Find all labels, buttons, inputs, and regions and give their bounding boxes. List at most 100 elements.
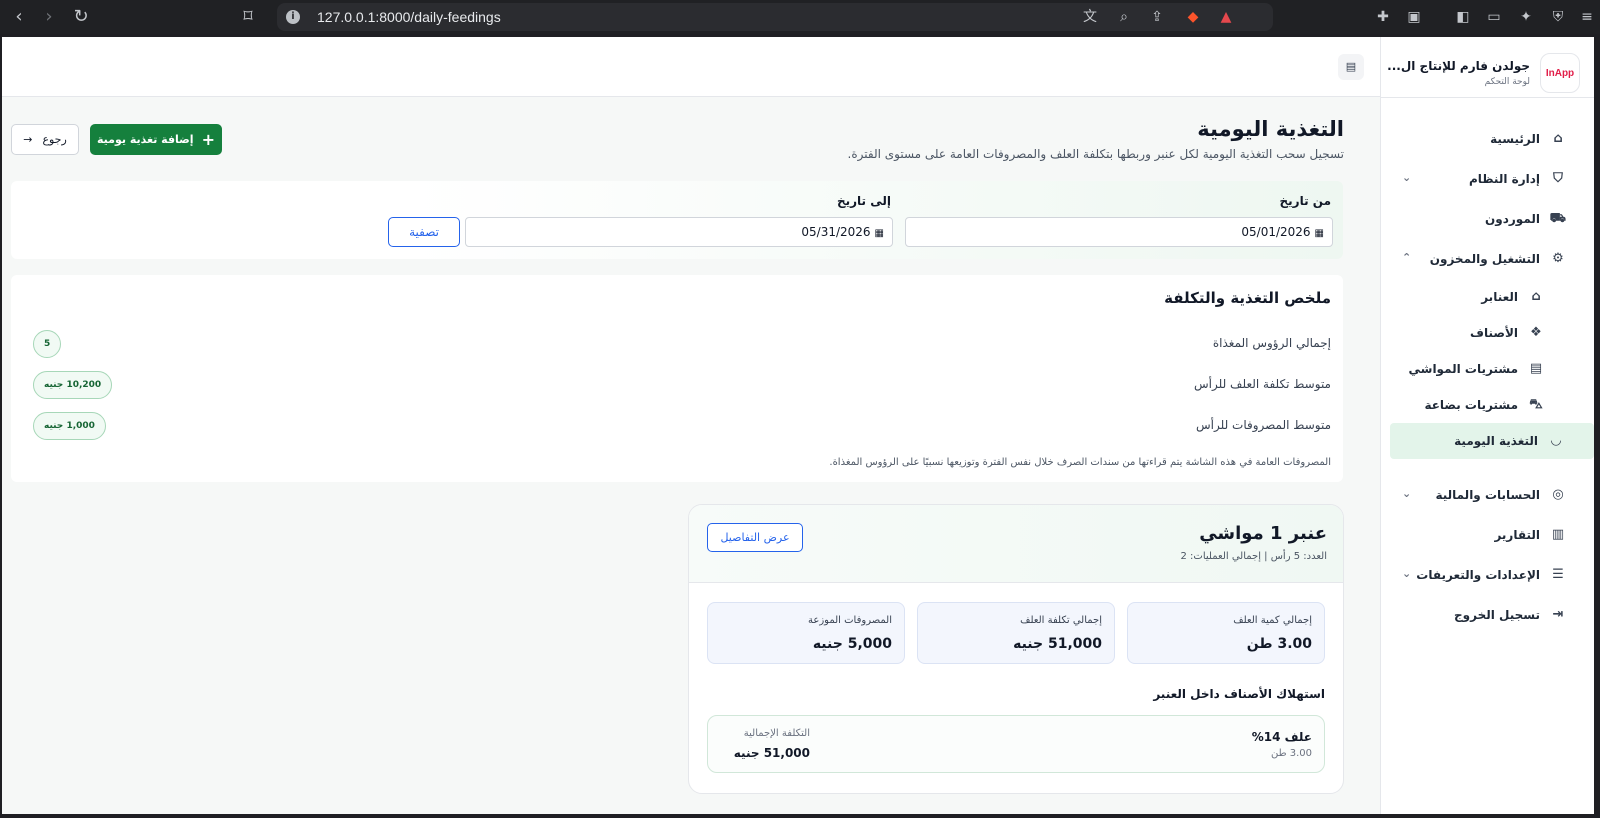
back-icon[interactable]: ‹ — [8, 6, 30, 28]
reader-icon[interactable]: ▣ — [1405, 8, 1423, 26]
brand-name: جولدن فارم للإنتاج ال... — [1387, 59, 1530, 73]
zoom-icon[interactable]: ⌕ — [1115, 8, 1133, 26]
summary-note: المصروفات العامة في هذه الشاشة يتم قراءت… — [829, 457, 1331, 468]
coins-icon: ◎ — [1552, 487, 1564, 502]
plus-icon: + — [201, 130, 215, 149]
sidebar-item-settings[interactable]: ☰ الإعدادات والتعريفات ⌄ — [1380, 555, 1594, 595]
calendar-icon[interactable]: ▦ — [1315, 228, 1324, 239]
sidebar-toggle-icon[interactable]: ▤ — [1338, 54, 1364, 80]
warehouse-icon: ⌂ — [1531, 289, 1541, 304]
from-date-input[interactable]: 05/01/2026 ▦ — [905, 217, 1333, 247]
calendar-icon[interactable]: ▦ — [875, 228, 884, 239]
sidebar-item-label: الحسابات والمالية — [1435, 488, 1540, 502]
boxes-icon: ❖ — [1530, 325, 1542, 340]
sidebar-item-label: الأصناف — [1470, 326, 1518, 340]
to-date-input[interactable]: 05/31/2026 ▦ — [465, 217, 893, 247]
truck-icon: ⛟ — [1549, 211, 1566, 226]
sidebar-item-label: الرئيسية — [1490, 132, 1540, 146]
brave-shield-icon[interactable]: ◆ — [1184, 8, 1202, 26]
address-bar[interactable]: i 127.0.0.1:8000/daily-feedings 文 ⌕ ⇪ ◆ … — [277, 3, 1273, 31]
sidebar-item-barns[interactable]: ⌂ العنابر — [1380, 279, 1584, 315]
view-details-button[interactable]: عرض التفاصيل — [707, 523, 803, 552]
consumption-cost-value: 51,000 جنيه — [733, 746, 810, 760]
wallet-icon[interactable]: ▭ — [1485, 8, 1503, 26]
back-button[interactable]: رجوع → — [11, 124, 79, 155]
shield-icon: ⛉ — [1553, 171, 1563, 186]
sidebar-item-home[interactable]: ⌂ الرئيسية — [1380, 119, 1594, 159]
stat-value: 5,000 جنيه — [812, 636, 892, 652]
bowl-icon: ◡ — [1551, 433, 1561, 448]
summary-row: متوسط تكلفة العلف للرأس 10,200 جنيه — [21, 371, 1331, 399]
sidebar-item-label: العنابر — [1481, 290, 1518, 304]
sidebar-item-label: التشغيل والمخزون — [1429, 252, 1540, 266]
sidebar-item-finance[interactable]: ◎ الحسابات والمالية ⌄ — [1380, 475, 1594, 515]
sidebar-item-label: التقارير — [1494, 528, 1540, 542]
reload-icon[interactable]: ↻ — [70, 6, 92, 28]
sidebar-panel-icon[interactable]: ◧ — [1454, 8, 1472, 26]
translate-icon[interactable]: 文 — [1081, 8, 1099, 26]
consumption-item-qty: 3.00 طن — [1270, 748, 1312, 759]
vpn-icon[interactable]: ⛨ — [1549, 8, 1567, 26]
report-icon: ▥ — [1551, 527, 1565, 542]
chevron-down-icon: ⌄ — [1402, 567, 1412, 580]
date-filter: من تاريخ 05/01/2026 ▦ إلى تاريخ 05/31/202… — [11, 181, 1343, 259]
page-subtitle: تسجيل سحب التغذية اليومية لكل عنبر وربطه… — [847, 147, 1344, 161]
summary-row-value: 1,000 جنيه — [33, 412, 106, 440]
sidebar-item-reports[interactable]: ▥ التقارير — [1380, 515, 1594, 555]
bookmark-icon[interactable]: ⌑ — [237, 6, 259, 28]
summary-row-value: 5 — [33, 330, 62, 358]
menu-icon[interactable]: ≡ — [1578, 8, 1596, 26]
logout-icon: ⇥ — [1552, 607, 1564, 622]
sidebar-item-label: الإعدادات والتعريفات — [1416, 568, 1540, 582]
stat-value: 3.00 طن — [1246, 636, 1312, 652]
home-icon: ⌂ — [1553, 131, 1563, 146]
sidebar-divider — [1380, 97, 1594, 98]
forward-icon[interactable]: › — [38, 6, 60, 28]
sidebar: InApp جولدن فارم للإنتاج ال... لوحة التح… — [1380, 37, 1594, 814]
sidebar-item-system[interactable]: ⛉ إدارة النظام ⌄ — [1380, 159, 1594, 199]
brand[interactable]: InApp جولدن فارم للإنتاج ال... لوحة التح… — [1387, 53, 1580, 93]
from-date-label: من تاريخ — [1279, 194, 1331, 208]
stat-label: إجمالي كمية العلف — [1233, 615, 1312, 626]
chevron-down-icon: ⌄ — [1402, 487, 1412, 500]
consumption-item: علف 14% 3.00 طن التكلفة الإجمالية 51,000… — [707, 715, 1325, 773]
stat-label: المصروفات الموزعة — [808, 615, 892, 626]
summary-row: إجمالي الرؤوس المغذاة 5 — [21, 330, 1331, 358]
summary-row-label: إجمالي الرؤوس المغذاة — [1212, 336, 1331, 350]
stat-card: إجمالي كمية العلف 3.00 طن — [1127, 602, 1325, 664]
sidebar-item-logout[interactable]: ⇥ تسجيل الخروج — [1380, 595, 1594, 635]
sidebar-item-livestock-purchases[interactable]: ▤ مشتريات المواشي — [1380, 351, 1584, 387]
filter-button[interactable]: تصفية — [388, 217, 460, 247]
barn-title: عنبر 1 مواشي — [1199, 523, 1327, 544]
barn-card: عنبر 1 مواشي العدد: 5 رأس | إجمالي العمل… — [688, 504, 1344, 794]
feeding-cost-summary: ملخص التغذية والتكلفة إجمالي الرؤوس المغ… — [11, 275, 1343, 482]
sidebar-item-daily-feedings[interactable]: ◡ التغذية اليومية — [1390, 423, 1594, 459]
cart-icon: ⛍ — [1529, 397, 1543, 412]
tractor-icon: ⚙ — [1552, 251, 1564, 266]
extensions-icon[interactable]: ✚ — [1374, 8, 1392, 26]
barn-card-header: عنبر 1 مواشي العدد: 5 رأس | إجمالي العمل… — [689, 505, 1343, 583]
url-text[interactable]: 127.0.0.1:8000/daily-feedings — [317, 9, 501, 25]
sidebar-item-label: التغذية اليومية — [1454, 434, 1538, 448]
rewards-icon[interactable]: ▲ — [1217, 8, 1235, 26]
share-icon[interactable]: ⇪ — [1148, 8, 1166, 26]
sidebar-item-suppliers[interactable]: ⛟ الموردون — [1380, 199, 1594, 239]
add-daily-feeding-button[interactable]: + إضافة تغذية يومية — [90, 124, 222, 155]
sidebar-nav: ⌂ الرئيسية ⛉ إدارة النظام ⌄ ⛟ الموردون ⚙… — [1380, 119, 1594, 635]
sidebar-item-items[interactable]: ❖ الأصناف — [1380, 315, 1584, 351]
browser-toolbar: ‹ › ↻ ⌑ i 127.0.0.1:8000/daily-feedings … — [0, 0, 1600, 34]
summary-row-label: متوسط المصروفات للرأس — [1196, 418, 1331, 432]
add-button-label: إضافة تغذية يومية — [97, 133, 194, 146]
back-button-label: رجوع — [42, 133, 67, 146]
barn-meta: العدد: 5 رأس | إجمالي العمليات: 2 — [1180, 551, 1328, 562]
consumption-cost-label: التكلفة الإجمالية — [743, 728, 810, 739]
sidebar-item-goods-purchases[interactable]: ⛍ مشتريات بضاعة — [1380, 387, 1584, 423]
chevron-up-icon: ⌃ — [1402, 251, 1412, 264]
site-info-icon[interactable]: i — [286, 10, 300, 24]
sidebar-item-label: إدارة النظام — [1468, 172, 1540, 186]
stat-card: المصروفات الموزعة 5,000 جنيه — [707, 602, 905, 664]
sidebar-item-operations[interactable]: ⚙ التشغيل والمخزون ⌃ — [1380, 239, 1594, 279]
leo-icon[interactable]: ✦ — [1517, 8, 1535, 26]
stat-value: 51,000 جنيه — [1013, 636, 1102, 652]
